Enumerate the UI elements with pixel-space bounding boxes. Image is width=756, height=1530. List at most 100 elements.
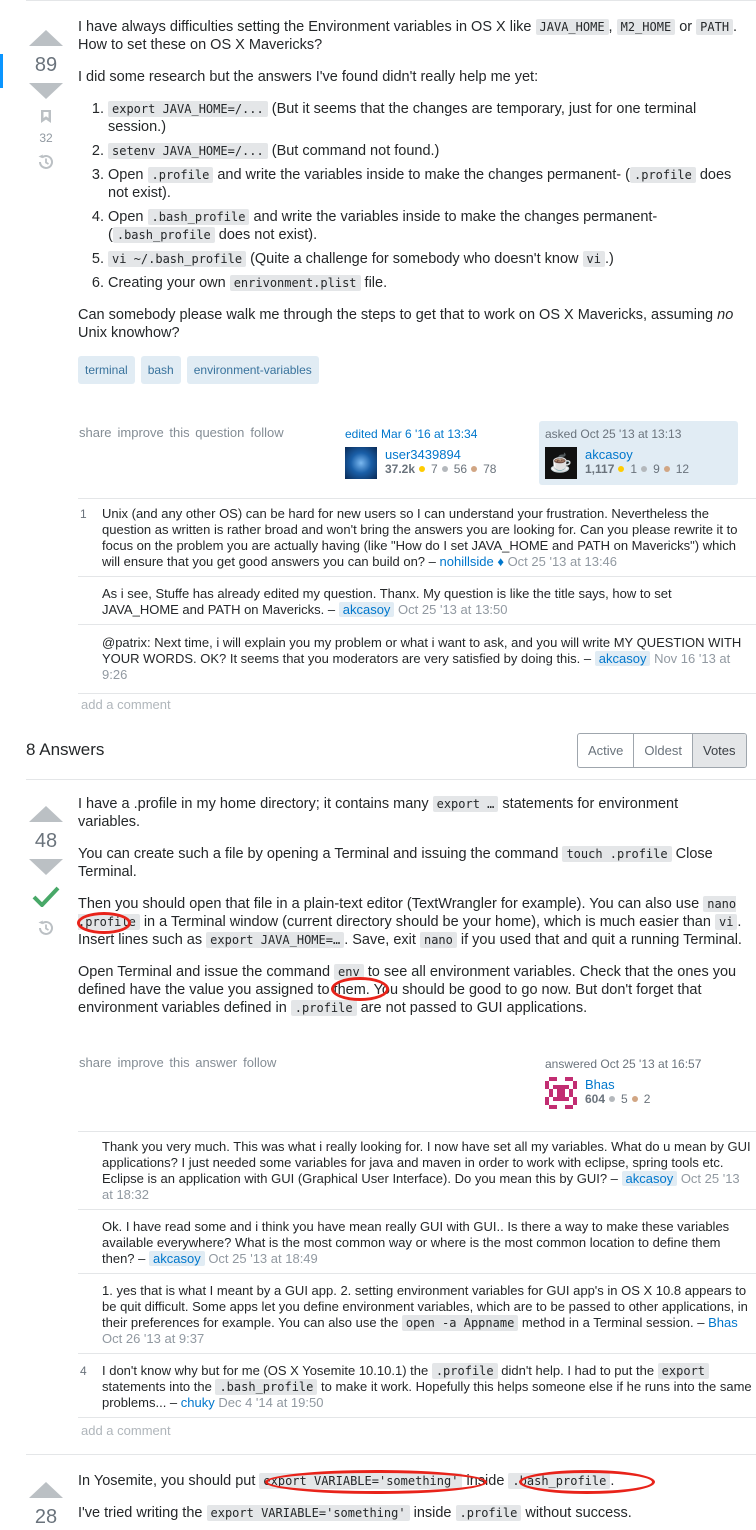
question-research: I did some research but the answers I've… bbox=[78, 69, 539, 85]
silver-badge-count: 56 bbox=[453, 462, 468, 476]
bookmark-count: 32 bbox=[39, 131, 53, 145]
text: if you used that and quit a running Term… bbox=[456, 932, 742, 948]
comment-date[interactable]: Oct 25 '13 at 13:50 bbox=[394, 602, 507, 617]
asker-signature: asked Oct 25 '13 at 13:13 ☕ akcasoy 1,11… bbox=[539, 421, 738, 485]
comment-user[interactable]: akcasoy bbox=[149, 1251, 205, 1266]
answer-vote-count: 28 bbox=[34, 1506, 58, 1528]
bronze-badge-count: 12 bbox=[675, 462, 690, 476]
improve-link[interactable]: improve this answer bbox=[118, 1055, 238, 1070]
history-icon[interactable] bbox=[37, 919, 55, 937]
tab-oldest[interactable]: Oldest bbox=[634, 734, 693, 767]
comment-user[interactable]: Bhas bbox=[708, 1315, 738, 1330]
highlight-circle-bash-profile bbox=[519, 1470, 655, 1494]
inline-code: M2_HOME bbox=[616, 19, 676, 35]
reputation-score: 604 bbox=[585, 1092, 606, 1106]
question-closing: Can somebody please walk me through the … bbox=[78, 306, 744, 342]
follow-link[interactable]: follow bbox=[250, 425, 283, 440]
comment: 4 I don't know why but for me (OS X Yose… bbox=[78, 1354, 756, 1418]
comment-text: Unix (and any other OS) can be hard for … bbox=[102, 506, 738, 569]
answered-timestamp: answered Oct 25 '13 at 16:57 bbox=[545, 1057, 702, 1071]
comment-date[interactable]: Oct 26 '13 at 9:37 bbox=[102, 1331, 204, 1346]
comment-text: statements into the bbox=[102, 1379, 216, 1394]
text: . Save, exit bbox=[344, 932, 420, 948]
comment-body: As i see, Stuffe has already edited my q… bbox=[102, 586, 756, 618]
tab-votes[interactable]: Votes bbox=[692, 734, 746, 767]
inline-code: .bash_profile bbox=[215, 1379, 318, 1395]
comment-user[interactable]: nohillside ♦ bbox=[440, 554, 504, 569]
user-name[interactable]: Bhas bbox=[585, 1077, 650, 1092]
comment-user[interactable]: akcasoy bbox=[338, 602, 395, 617]
follow-link[interactable]: follow bbox=[243, 1055, 276, 1070]
highlight-circle-env bbox=[331, 977, 389, 1001]
edited-link[interactable]: edited Mar 6 '16 at 13:34 bbox=[345, 427, 477, 441]
upvote-arrow-icon[interactable] bbox=[29, 30, 63, 46]
accepted-check-icon bbox=[32, 885, 60, 911]
comment: Thank you very much. This was what i rea… bbox=[78, 1132, 756, 1210]
text: Can somebody please walk me through the … bbox=[78, 307, 718, 323]
silver-badge-count: 5 bbox=[621, 1092, 628, 1106]
bookmark-icon[interactable] bbox=[40, 109, 52, 128]
comment-score bbox=[78, 1139, 102, 1203]
comment: Ok. I have read some and i think you hav… bbox=[78, 1210, 756, 1274]
avatar[interactable] bbox=[545, 1077, 577, 1109]
history-icon[interactable] bbox=[37, 153, 55, 171]
add-comment-link[interactable]: add a comment bbox=[81, 1423, 171, 1438]
text: I have a .profile in my home directory; … bbox=[78, 796, 433, 812]
question-body: I have always difficulties setting the E… bbox=[78, 18, 744, 384]
text: Open bbox=[108, 167, 148, 183]
text: does not exist). bbox=[214, 227, 318, 243]
inline-code: setenv JAVA_HOME=/... bbox=[108, 143, 268, 159]
answer-vote-cell: 28 bbox=[26, 1482, 66, 1530]
avatar[interactable]: ☕ bbox=[545, 447, 577, 479]
gold-badge-count: 7 bbox=[431, 462, 438, 476]
add-comment-link[interactable]: add a comment bbox=[81, 697, 171, 712]
text: .) bbox=[604, 251, 614, 267]
share-link[interactable]: share bbox=[79, 425, 112, 440]
paragraph: Then you should open that file in a plai… bbox=[78, 895, 744, 949]
sort-tabs: Active Oldest Votes bbox=[577, 733, 747, 768]
downvote-arrow-icon[interactable] bbox=[29, 83, 63, 99]
inline-code: export JAVA_HOME=/... bbox=[108, 101, 268, 117]
question-vote-cell: 89 32 bbox=[26, 30, 66, 171]
upvote-arrow-icon[interactable] bbox=[29, 1482, 63, 1498]
tag-terminal[interactable]: terminal bbox=[78, 356, 135, 384]
answer-comments: Thank you very much. This was what i rea… bbox=[78, 1131, 756, 1418]
comment-date[interactable]: Dec 4 '14 at 19:50 bbox=[215, 1395, 323, 1410]
comment-user[interactable]: akcasoy bbox=[594, 651, 651, 666]
text: I have always difficulties setting the E… bbox=[78, 19, 536, 35]
answer-body: I have a .profile in my home directory; … bbox=[78, 795, 744, 1031]
comment-body: 1. yes that is what I meant by a GUI app… bbox=[102, 1283, 756, 1347]
inline-code: .profile bbox=[147, 167, 214, 183]
comment-body: I don't know why but for me (OS X Yosemi… bbox=[102, 1363, 756, 1411]
comment-text: I don't know why but for me (OS X Yosemi… bbox=[102, 1363, 432, 1378]
avatar[interactable] bbox=[345, 447, 377, 479]
top-divider bbox=[26, 0, 756, 1]
downvote-arrow-icon[interactable] bbox=[29, 859, 63, 875]
tab-active[interactable]: Active bbox=[578, 734, 635, 767]
tag-environment-variables[interactable]: environment-variables bbox=[186, 356, 319, 384]
tag-bash[interactable]: bash bbox=[140, 356, 181, 384]
inline-code: JAVA_HOME bbox=[535, 19, 609, 35]
list-item: Open .profile and write the variables in… bbox=[108, 166, 744, 202]
paragraph: I have a .profile in my home directory; … bbox=[78, 795, 744, 831]
comment: As i see, Stuffe has already edited my q… bbox=[78, 577, 756, 625]
user-card: user3439894 37.2k 7 56 78 bbox=[345, 447, 525, 479]
share-link[interactable]: share bbox=[79, 1055, 112, 1070]
improve-link[interactable]: improve this question bbox=[118, 425, 245, 440]
comment-user[interactable]: chuky bbox=[181, 1395, 215, 1410]
comment-body: Thank you very much. This was what i rea… bbox=[102, 1139, 756, 1203]
edited-timestamp[interactable]: edited Mar 6 '16 at 13:34 bbox=[345, 427, 525, 442]
comment-date[interactable]: Oct 25 '13 at 18:49 bbox=[205, 1251, 317, 1266]
comment-date[interactable]: Oct 25 '13 at 13:46 bbox=[504, 554, 617, 569]
user-name[interactable]: akcasoy bbox=[585, 447, 689, 462]
comment-user[interactable]: akcasoy bbox=[621, 1171, 678, 1186]
question-intro: I have always difficulties setting the E… bbox=[78, 18, 744, 54]
asked-timestamp: asked Oct 25 '13 at 13:13 bbox=[545, 427, 682, 441]
answer-vote-cell: 48 bbox=[26, 806, 66, 937]
upvote-arrow-icon[interactable] bbox=[29, 806, 63, 822]
user-name[interactable]: user3439894 bbox=[385, 447, 496, 462]
answerer-signature: answered Oct 25 '13 at 16:57 Bhas 604 5 2 bbox=[545, 1057, 745, 1109]
inline-code: .profile bbox=[455, 1505, 522, 1521]
inline-code: touch .profile bbox=[562, 846, 672, 862]
inline-code: PATH bbox=[696, 19, 734, 35]
